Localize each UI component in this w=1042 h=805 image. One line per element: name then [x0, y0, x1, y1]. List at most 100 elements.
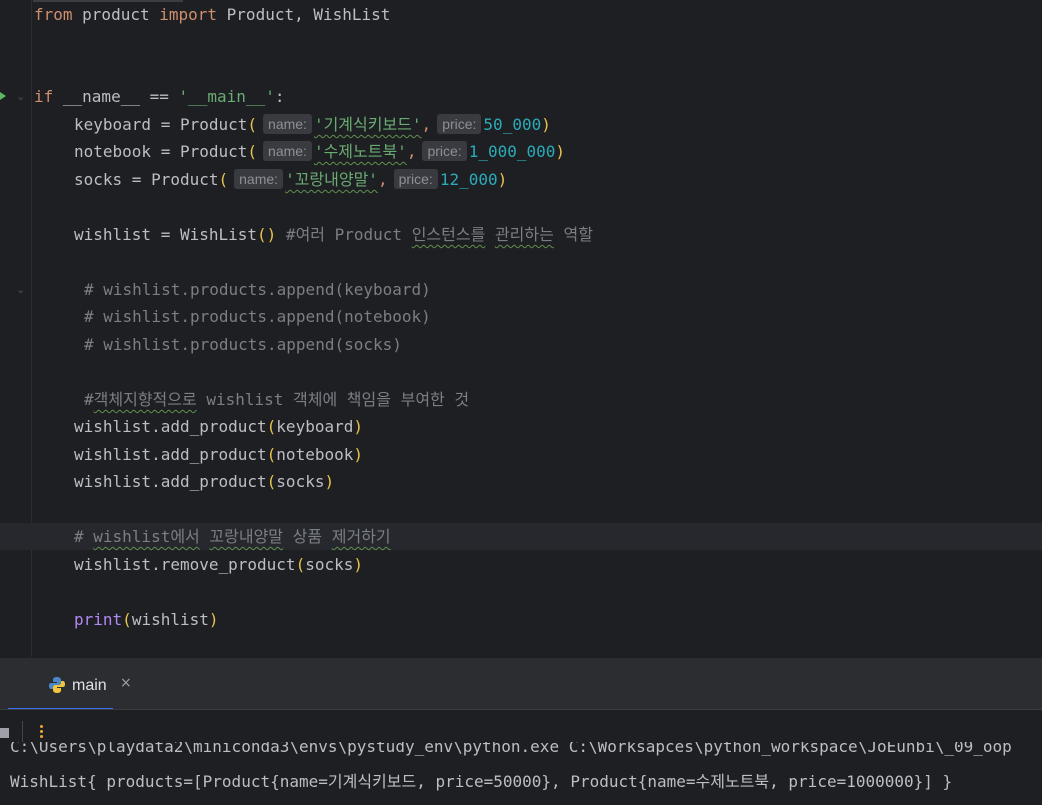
number-literal: 12_000: [439, 170, 498, 189]
code-line-8: # wishlist.products.append(notebook): [84, 307, 431, 326]
run-console-output[interactable]: C:\Users\playdata2\miniconda3\envs\pystu…: [0, 742, 1042, 805]
comment: wishlist 객체에 책임을 부여한 것: [196, 390, 470, 409]
builtin-function: print: [74, 610, 123, 629]
code-editor[interactable]: ⌄ ⌄ from product import Product, WishLis…: [0, 0, 1042, 657]
code-text: socks = Product: [74, 170, 219, 189]
code-text: socks: [276, 472, 325, 491]
comment: #여러 Product: [276, 225, 412, 244]
code-text: wishlist = WishList: [74, 225, 258, 244]
code-text: wishlist.add_product: [74, 417, 267, 436]
code-line-14: # wishlist에서 꼬랑내양말 상품 제거하기: [74, 524, 391, 550]
more-options-icon[interactable]: [40, 725, 44, 741]
code-text: :: [274, 87, 285, 106]
param-hint: price:: [422, 141, 467, 161]
param-hint: price:: [437, 114, 482, 134]
string-literal: '꼬랑내양말': [285, 170, 378, 189]
paren: ): [497, 170, 508, 189]
python-icon: [49, 677, 65, 693]
paren: (: [295, 555, 306, 574]
code-text: ,: [377, 170, 388, 189]
code-text: notebook = Product: [74, 142, 248, 161]
console-command-line: C:\Users\playdata2\miniconda3\envs\pystu…: [10, 742, 1012, 756]
paren: (: [218, 170, 229, 189]
comment: 꼬랑내양말: [209, 527, 284, 546]
paren: (: [247, 115, 258, 134]
param-hint: name:: [263, 141, 312, 161]
comment: #: [74, 527, 94, 546]
code-line-13: wishlist.add_product(socks): [74, 469, 334, 495]
comment: 제거하기: [331, 527, 391, 546]
code-line-11: wishlist.add_product(keyboard): [74, 414, 363, 440]
code-text: socks: [305, 555, 354, 574]
paren: (): [257, 225, 277, 244]
comment: 역할: [553, 225, 593, 244]
code-text: Product, WishList: [217, 5, 391, 24]
code-line-3: keyboard = Product( name: '기계식키보드', price: 5…: [74, 112, 551, 138]
string-literal: '수제노트북': [313, 142, 407, 161]
code-line-4: notebook = Product( name: '수제노트북', price: 1_…: [74, 139, 565, 165]
paren: (: [266, 445, 277, 464]
keyword: import: [159, 5, 218, 24]
code-line-10: #객체지향적으로 wishlist 객체에 책임을 부여한 것: [84, 387, 469, 413]
close-icon[interactable]: ×: [120, 675, 132, 691]
paren: (: [266, 417, 277, 436]
code-line-2: if __name__ == '__main__':: [34, 84, 284, 110]
string-literal: '__main__': [178, 87, 275, 106]
param-hint: name:: [234, 169, 284, 189]
number-literal: 50_000: [483, 115, 542, 134]
code-text: wishlist.add_product: [74, 472, 267, 491]
code-text: ,: [406, 142, 417, 161]
comment: [485, 225, 495, 244]
param-hint: name:: [263, 114, 312, 134]
comment: 상품: [283, 527, 332, 546]
comment: 인스턴스를: [411, 225, 486, 244]
code-line-16: print(wishlist): [74, 607, 219, 633]
paren: ): [353, 417, 363, 436]
paren: ): [541, 115, 551, 134]
paren: (: [122, 610, 132, 629]
paren: ): [353, 555, 364, 574]
paren: (: [247, 142, 258, 161]
paren: ): [324, 472, 335, 491]
fold-icon[interactable]: ⌄: [16, 283, 25, 296]
code-text: __name__ ==: [53, 87, 179, 106]
tab-main[interactable]: main ×: [20, 658, 132, 710]
run-gutter-icon[interactable]: [0, 92, 6, 100]
console-output-line: WishList{ products=[Product{name=기계식키보드,…: [10, 772, 953, 791]
fold-icon[interactable]: ⌄: [16, 90, 25, 103]
code-text: wishlist: [131, 610, 209, 629]
code-text: keyboard = Product: [74, 115, 248, 134]
comment: 관리하는: [494, 225, 554, 244]
paren: ): [208, 610, 219, 629]
paren: ): [353, 445, 363, 464]
comment: 객체지향적으로: [93, 390, 197, 409]
paren: (: [266, 472, 277, 491]
string-literal: '기계식키보드': [313, 115, 422, 134]
code-text: wishlist.add_product: [74, 445, 267, 464]
number-literal: 1_000_000: [468, 142, 556, 161]
code-line-12: wishlist.add_product(notebook): [74, 442, 363, 468]
code-line-9: # wishlist.products.append(socks): [84, 335, 402, 354]
code-line-6: wishlist = WishList() #여러 Product 인스턴스를 …: [74, 222, 593, 248]
code-line-5: socks = Product( name: '꼬랑내양말', price: 12_00…: [74, 167, 507, 193]
paren: ): [555, 142, 566, 161]
comment: [200, 527, 210, 546]
code-text: keyboard: [276, 417, 354, 436]
code-line-1: from product import Product, WishList: [34, 2, 390, 28]
code-text: notebook: [276, 445, 354, 464]
code-text: product: [72, 5, 160, 24]
comment: #: [84, 390, 94, 409]
keyword: from: [34, 5, 73, 24]
code-line-15: wishlist.remove_product(socks): [74, 552, 363, 578]
code-text: ,: [421, 115, 432, 134]
toolbar-divider: [22, 721, 23, 743]
comment: wishlist에서: [93, 527, 200, 546]
param-hint: price:: [393, 169, 438, 189]
code-line-7: # wishlist.products.append(keyboard): [84, 280, 431, 299]
run-tool-window-tabbar: main ×: [0, 657, 1042, 710]
gutter-separator: [31, 0, 32, 657]
stop-icon[interactable]: [0, 728, 9, 738]
code-text: wishlist.remove_product: [74, 555, 296, 574]
keyword: if: [34, 87, 54, 106]
tab-main-label: main: [72, 677, 107, 694]
